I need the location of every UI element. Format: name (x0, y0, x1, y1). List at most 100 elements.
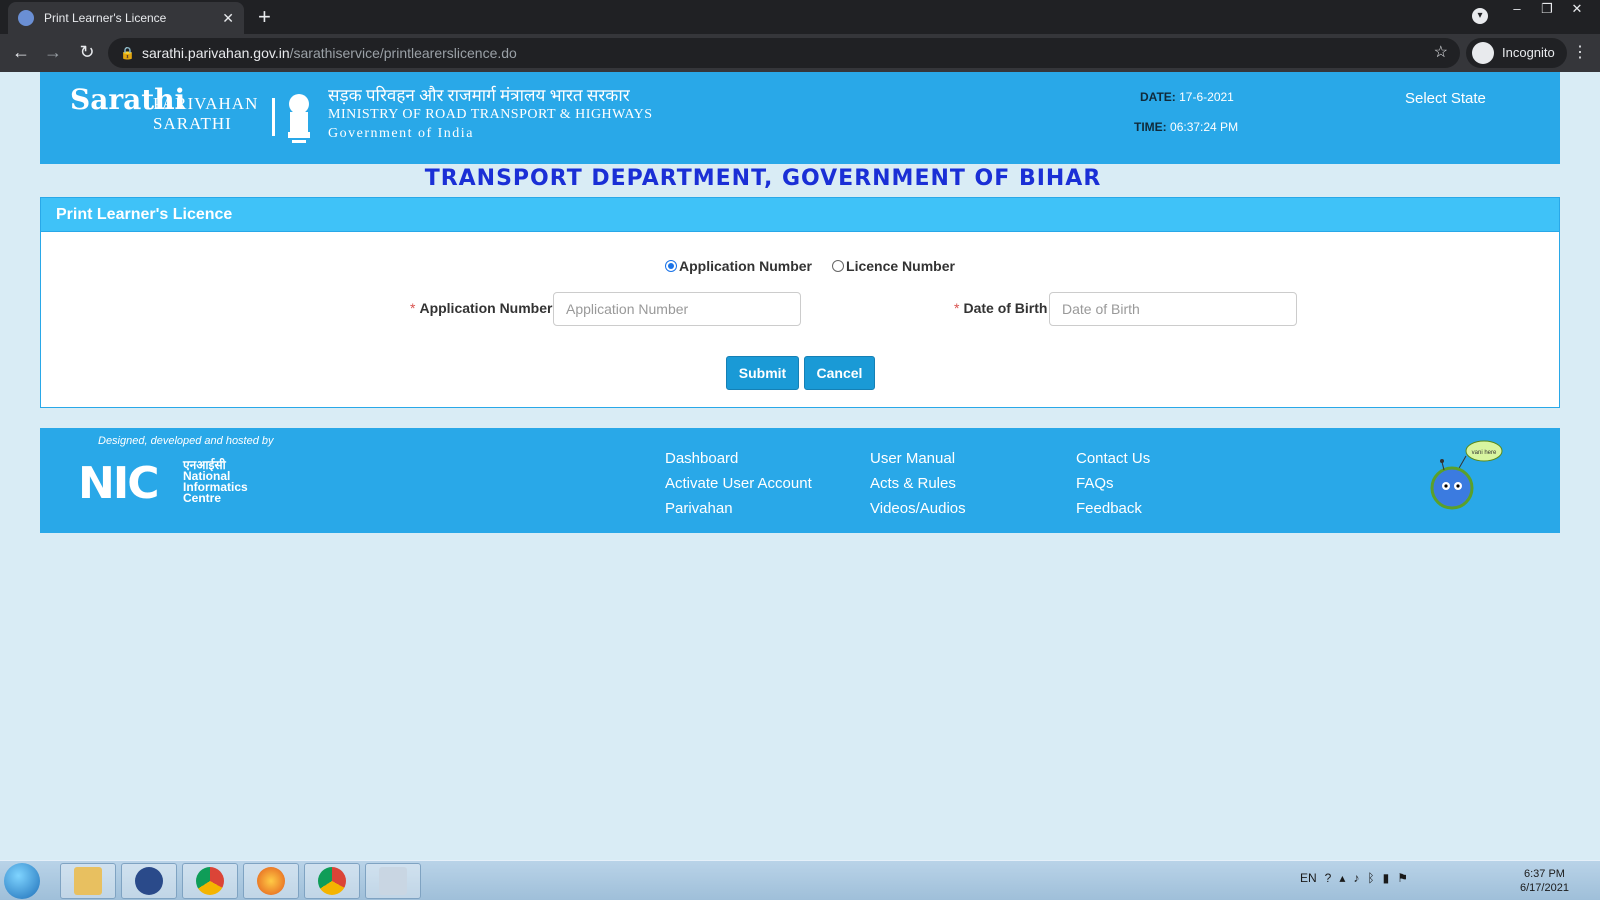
browser-tab[interactable]: Print Learner's Licence ✕ (8, 2, 244, 34)
date-of-birth-label: * Date of Birth (954, 300, 1048, 316)
time-label: TIME: (1134, 120, 1167, 134)
back-icon[interactable]: ← (10, 42, 32, 63)
link-parivahan[interactable]: Parivahan (665, 496, 812, 521)
forward-icon[interactable]: → (42, 42, 64, 63)
link-videos-audios[interactable]: Videos/Audios (870, 496, 966, 521)
window-controls: – ❐ ✕ (1502, 0, 1592, 20)
mascot-bubble-text: vani here (1472, 450, 1497, 456)
taskbar-firefox[interactable] (243, 863, 299, 899)
new-tab-button[interactable]: + (258, 4, 271, 30)
incognito-badge[interactable]: Incognito (1466, 38, 1567, 68)
link-faqs[interactable]: FAQs (1076, 471, 1150, 496)
network-icon[interactable]: ▴ (1339, 871, 1345, 885)
sarathi-logo[interactable]: Sarathi (70, 86, 185, 142)
print-licence-panel: Print Learner's Licence Application Numb… (40, 197, 1560, 408)
application-number-input[interactable] (553, 292, 801, 326)
footer-links-col1: Dashboard Activate User Account Parivaha… (665, 446, 812, 521)
restore-icon[interactable]: ❐ (1532, 0, 1562, 20)
ministry-title: सड़क परिवहन और राजमार्ग मंत्रालय भारत सर… (328, 86, 653, 143)
language-indicator[interactable]: EN (1300, 871, 1317, 885)
search-type-radio-group: Application Number Licence Number (665, 258, 955, 274)
radio-application-number[interactable] (665, 260, 677, 272)
site-header: Sarathi PARIVAHAN SARATHI सड़क परिवहन और… (40, 72, 1560, 164)
incognito-icon (1472, 42, 1494, 64)
radio-application-label[interactable]: Application Number (679, 258, 812, 274)
taskbar-chrome-2[interactable] (304, 863, 360, 899)
browser-toolbar: ← → ↻ 🔒 sarathi.parivahan.gov.in/sarathi… (0, 34, 1600, 72)
time-value: 06:37:24 PM (1170, 120, 1239, 134)
lock-icon: 🔒 (120, 46, 135, 60)
brand-line2: SARATHI (153, 114, 232, 133)
taskbar-media[interactable] (121, 863, 177, 899)
media-player-icon (135, 867, 163, 895)
cancel-button[interactable]: Cancel (804, 356, 875, 390)
department-title: TRANSPORT DEPARTMENT, GOVERNMENT OF BIHA… (424, 166, 1102, 191)
date-of-birth-input[interactable] (1049, 292, 1297, 326)
required-mark: * (410, 300, 416, 316)
tab-search-icon[interactable]: ▾ (1472, 8, 1488, 24)
minimize-icon[interactable]: – (1502, 0, 1532, 20)
help-icon[interactable]: ? (1325, 871, 1332, 885)
taskbar-calculator[interactable] (365, 863, 421, 899)
folder-icon (74, 867, 102, 895)
os-taskbar: EN ? ▴ ♪ ᛒ ▮ ⚑ 6:37 PM 6/17/2021 (0, 860, 1600, 900)
clock-date: 6/17/2021 (1520, 882, 1569, 894)
date-display: DATE: 17-6-2021 (1140, 90, 1234, 104)
radio-licence-label[interactable]: Licence Number (846, 258, 955, 274)
firefox-icon (257, 867, 285, 895)
url-host: sarathi.parivahan.gov.in (142, 45, 290, 61)
system-tray: EN ? ▴ ♪ ᛒ ▮ ⚑ (1300, 871, 1408, 885)
chatbot-mascot-icon[interactable]: vani here (1428, 440, 1508, 520)
browser-menu-icon[interactable]: ⋮ (1572, 42, 1588, 62)
link-acts-rules[interactable]: Acts & Rules (870, 471, 966, 496)
radio-licence-number[interactable] (832, 260, 845, 272)
brand-name: PARIVAHAN SARATHI (153, 94, 258, 134)
government-label: Government of India (328, 126, 474, 141)
volume-icon[interactable]: ♪ (1353, 871, 1359, 885)
nic-logo[interactable]: NIC एनआईसी National Informatics Centre (78, 458, 258, 510)
close-window-icon[interactable]: ✕ (1562, 0, 1592, 20)
time-display: TIME: 06:37:24 PM (1134, 120, 1238, 134)
taskbar-chrome[interactable] (182, 863, 238, 899)
panel-title: Print Learner's Licence (41, 198, 1559, 232)
date-label: DATE: (1140, 90, 1176, 104)
browser-tab-bar: Print Learner's Licence ✕ + ▾ – ❐ ✕ (0, 0, 1600, 34)
chrome-icon (196, 867, 224, 895)
submit-button[interactable]: Submit (726, 356, 799, 390)
start-button[interactable] (4, 863, 40, 899)
tab-favicon-icon (18, 10, 34, 26)
ministry-hindi: सड़क परिवहन और राजमार्ग मंत्रालय भारत सर… (328, 86, 630, 105)
link-user-manual[interactable]: User Manual (870, 446, 966, 471)
flag-icon[interactable]: ⚑ (1397, 871, 1408, 885)
nic-text: एनआईसी National Informatics Centre (183, 458, 248, 505)
site-footer: Designed, developed and hosted by NIC एन… (40, 428, 1560, 533)
tab-title: Print Learner's Licence (44, 11, 167, 25)
link-activate-user-account[interactable]: Activate User Account (665, 471, 812, 496)
designed-by-text: Designed, developed and hosted by (98, 435, 274, 447)
nic-letters: NIC (78, 458, 159, 509)
select-state-link[interactable]: Select State (1405, 90, 1486, 107)
chrome-icon (318, 867, 346, 895)
calculator-icon (379, 867, 407, 895)
bluetooth-icon[interactable]: ᛒ (1367, 871, 1374, 885)
taskbar-clock[interactable]: 6:37 PM 6/17/2021 (1520, 867, 1569, 895)
url-path: /sarathiservice/printlearerslicence.do (289, 45, 517, 61)
address-bar[interactable]: 🔒 sarathi.parivahan.gov.in/sarathiservic… (108, 38, 1460, 68)
link-contact-us[interactable]: Contact Us (1076, 446, 1150, 471)
clock-time: 6:37 PM (1523, 868, 1565, 880)
required-mark: * (954, 300, 960, 316)
national-emblem-icon (288, 94, 310, 143)
ministry-english: MINISTRY OF ROAD TRANSPORT & HIGHWAYS (328, 107, 653, 122)
link-feedback[interactable]: Feedback (1076, 496, 1150, 521)
date-value: 17-6-2021 (1179, 90, 1234, 104)
reload-icon[interactable]: ↻ (76, 42, 98, 63)
footer-links-col3: Contact Us FAQs Feedback (1076, 446, 1150, 521)
taskbar-explorer[interactable] (60, 863, 116, 899)
application-number-label: * Application Number (410, 300, 553, 316)
bookmark-star-icon[interactable]: ☆ (1434, 38, 1448, 68)
incognito-label: Incognito (1502, 45, 1555, 60)
brand-line1: PARIVAHAN (153, 94, 259, 113)
signal-icon[interactable]: ▮ (1383, 871, 1390, 885)
tab-close-icon[interactable]: ✕ (222, 10, 234, 27)
link-dashboard[interactable]: Dashboard (665, 446, 812, 471)
